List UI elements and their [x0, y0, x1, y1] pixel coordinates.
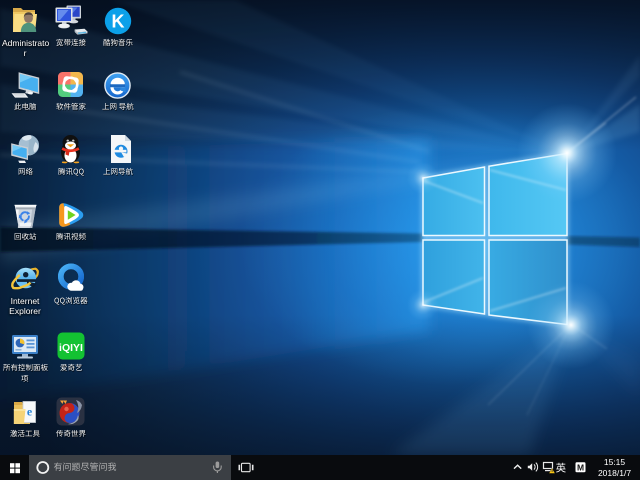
svg-text:e: e — [27, 405, 33, 419]
svg-text:K: K — [111, 12, 124, 32]
svg-text:iQIYI: iQIYI — [59, 342, 83, 354]
svg-text:M: M — [577, 462, 584, 472]
